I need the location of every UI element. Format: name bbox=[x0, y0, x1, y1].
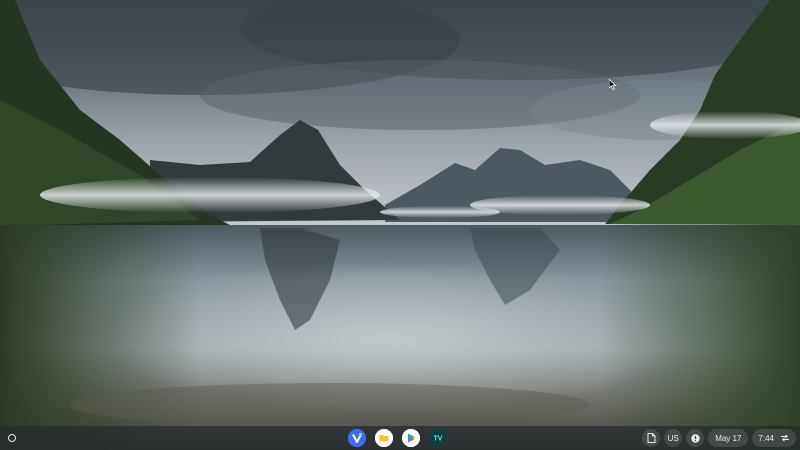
date-text: May 17 bbox=[715, 433, 742, 443]
ime-menu-button[interactable]: US bbox=[664, 429, 683, 447]
status-area: US May 17 7:44 bbox=[642, 429, 796, 447]
pinned-apps: TV bbox=[348, 429, 447, 447]
document-icon bbox=[647, 433, 656, 443]
holding-space-button[interactable] bbox=[642, 429, 661, 447]
vpn-app-icon[interactable] bbox=[348, 429, 366, 447]
play-store-icon[interactable] bbox=[402, 429, 420, 447]
mouse-pointer-icon bbox=[609, 79, 617, 90]
launcher-icon[interactable] bbox=[4, 430, 20, 446]
notification-button[interactable] bbox=[686, 429, 705, 447]
files-folder-icon[interactable] bbox=[375, 429, 393, 447]
tv-app-label: TV bbox=[434, 436, 443, 443]
date-tray[interactable]: May 17 bbox=[708, 429, 749, 447]
desktop: TV US May 17 7:44 bbox=[0, 0, 800, 450]
tv-app-icon[interactable]: TV bbox=[429, 429, 447, 447]
do-not-disturb-icon bbox=[690, 433, 700, 443]
ime-label: US bbox=[667, 433, 679, 443]
shelf: TV US May 17 7:44 bbox=[0, 426, 800, 450]
wallpaper bbox=[0, 0, 800, 450]
clock-time: 7:44 bbox=[758, 433, 774, 443]
network-arrows-icon bbox=[781, 434, 789, 442]
system-tray[interactable]: 7:44 bbox=[752, 429, 796, 447]
